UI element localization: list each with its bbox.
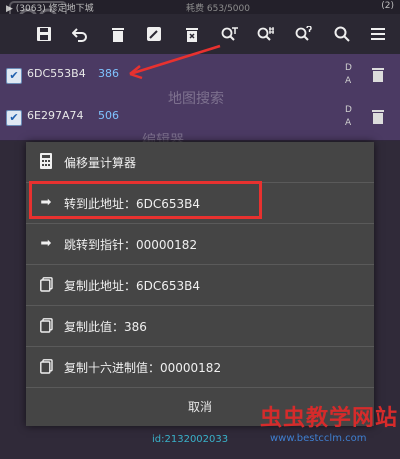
- menu-item-label: 偏移量计算器: [64, 156, 137, 170]
- id-text: id:2132002033: [152, 434, 229, 445]
- menu-item-label: 复制十六进制值：00000182: [64, 361, 222, 375]
- menu-item-label: 复制此地址：6DC653B4: [64, 279, 201, 293]
- arrow-right-icon: ➡: [40, 235, 52, 251]
- menu-item-copy-hex[interactable]: 复制十六进制值：00000182: [26, 347, 374, 388]
- copy-icon: [38, 358, 54, 374]
- menu-item-label: 复制此值：386: [64, 320, 147, 334]
- highlight-box: [29, 181, 262, 219]
- site-url: www.bestcclm.com: [270, 433, 367, 444]
- watermark: 虫虫教学网站: [260, 406, 399, 431]
- menu-item-copy-address[interactable]: 复制此地址：6DC653B4: [26, 265, 374, 306]
- menu-item-label: 跳转到指针：00000182: [64, 238, 198, 252]
- menu-item-copy-value[interactable]: 复制此值：386: [26, 306, 374, 347]
- menu-item-jump-pointer[interactable]: ➡ 跳转到指针：00000182: [26, 224, 374, 265]
- menu-item-offset-calculator[interactable]: 偏移量计算器: [26, 142, 374, 183]
- copy-icon: [38, 317, 54, 333]
- copy-icon: [38, 276, 54, 292]
- calculator-icon: [38, 153, 54, 169]
